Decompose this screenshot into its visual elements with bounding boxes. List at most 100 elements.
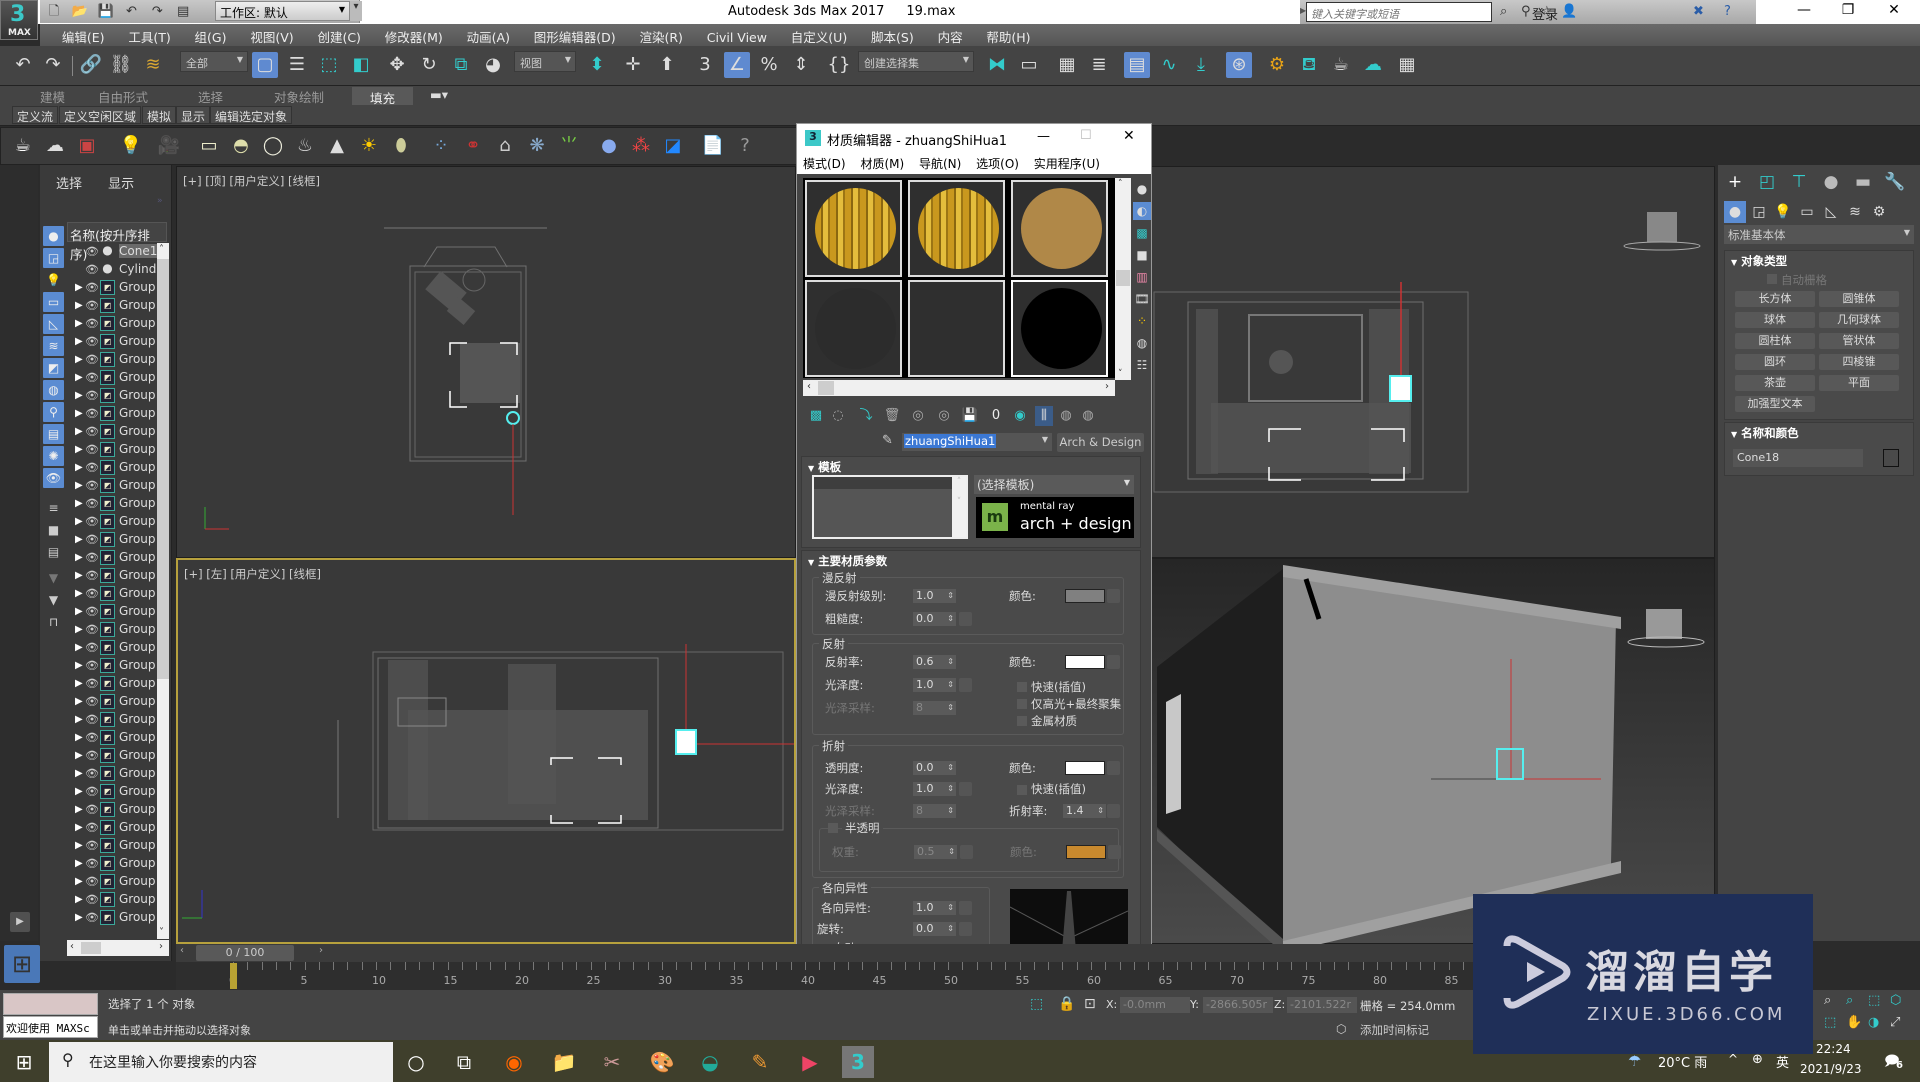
explorer-list-item[interactable]: ▶ 👁 ◩ Group (67, 333, 157, 351)
minimize-button[interactable]: — (1037, 129, 1050, 144)
windows-start-icon[interactable]: ⊞ (8, 1046, 40, 1078)
visibility-eye-icon[interactable]: 👁 (85, 353, 99, 366)
scroll-up-icon[interactable]: ˄ (1118, 179, 1123, 189)
expand-arrow-icon[interactable]: ▶ (75, 858, 83, 869)
sphere-button[interactable]: 球体 (1735, 312, 1815, 328)
teapot-wire-icon[interactable]: ♨ (293, 134, 317, 158)
select-by-material-icon[interactable]: ◍ (1133, 334, 1151, 352)
explorer-list-item[interactable]: ▶ 👁 ◩ Group (67, 567, 157, 585)
render-production-icon[interactable]: ☕ (1328, 52, 1354, 78)
subscription-icon[interactable]: ⚲ (1521, 4, 1531, 19)
material-sample-slot[interactable] (908, 280, 1005, 377)
object-name-input[interactable]: Cone18 (1733, 449, 1863, 467)
explorer-list-item[interactable]: ▶ 👁 ◩ Group (67, 477, 157, 495)
visibility-eye-icon[interactable]: 👁 (85, 713, 99, 726)
expand-arrow-icon[interactable]: ▶ (75, 426, 83, 437)
display-all-icon[interactable]: ≡ (43, 498, 64, 518)
explorer-list-item[interactable]: ▶ 👁 ◩ Group (67, 459, 157, 477)
expand-arrow-icon[interactable]: ▶ (75, 840, 83, 851)
refraction-samples-spinner[interactable]: 8 ⇕ (913, 804, 956, 818)
menu-modes[interactable]: 模式(D) (797, 152, 851, 172)
scroll-right-icon[interactable]: › (159, 941, 163, 952)
menu-rendering[interactable]: 渲染(R) (630, 24, 693, 46)
translucency-checkbox[interactable] (828, 823, 838, 833)
explorer-list-item[interactable]: ▶ 👁 ◩ Group (67, 693, 157, 711)
filter-bones-icon[interactable]: ⚲ (43, 402, 64, 422)
expand-arrows-icon[interactable]: » (157, 196, 163, 206)
visibility-eye-icon[interactable]: 👁 (85, 335, 99, 348)
material-sample-slot[interactable] (908, 180, 1005, 277)
systems-category-icon[interactable]: ⚙ (1868, 201, 1890, 223)
selection-filter-dropdown[interactable]: 全部 ▼ (180, 51, 248, 72)
filter-icon[interactable]: ▼ (43, 590, 64, 610)
scene-explorer-icon[interactable]: ▦ (1054, 52, 1080, 78)
menu-tools[interactable]: 工具(T) (118, 24, 180, 46)
display-invert-icon[interactable]: ▤ (43, 542, 64, 562)
expand-arrow-icon[interactable]: ▶ (75, 642, 83, 653)
angle-snap-icon[interactable]: ∠ (724, 52, 750, 78)
menu-help[interactable]: 帮助(H) (976, 24, 1040, 46)
visibility-eye-icon[interactable]: 👁 (85, 857, 99, 870)
pick-material-eyedropper-icon[interactable]: ✎ (882, 433, 893, 448)
scroll-up-icon[interactable]: ˄ (159, 244, 164, 255)
assign-to-selection-icon[interactable]: ⤵ (857, 406, 875, 426)
link-icon[interactable]: 🔗 (78, 52, 104, 78)
menu-content[interactable]: 内容 (928, 24, 973, 46)
video-color-check-icon[interactable]: ▥ (1133, 268, 1151, 286)
snipping-tool-icon[interactable]: ✂ (596, 1046, 628, 1078)
timeline-track[interactable]: 0510152025303540455055606570758085 (176, 962, 1521, 990)
zoom-extents-icon[interactable]: ⬚ (1868, 993, 1880, 1008)
maxscript-listener-mini[interactable] (3, 993, 98, 1015)
rotation-spinner[interactable]: 0.0 ⇕ (913, 922, 956, 936)
expand-arrow-icon[interactable]: ▶ (75, 696, 83, 707)
z-coordinate-field[interactable]: -2101.522r (1287, 997, 1357, 1013)
reflection-map-button[interactable] (1107, 655, 1120, 669)
expand-arrow-icon[interactable]: ▶ (75, 714, 83, 725)
sample-type-icon[interactable]: ● (1133, 180, 1151, 198)
restore-button[interactable]: ❐ (1828, 2, 1868, 22)
egg-icon[interactable]: ⬮ (389, 134, 413, 158)
show-hidden-icons-icon[interactable]: ^ (1728, 1052, 1738, 1066)
shapes-category-icon[interactable]: ◲ (1748, 201, 1770, 223)
explorer-list-item[interactable]: ▶ 👁 ◩ Group (67, 513, 157, 531)
explorer-list-item[interactable]: ▶ 👁 ◩ Group (67, 819, 157, 837)
cone-button[interactable]: 圆锥体 (1819, 291, 1899, 307)
tower-icon[interactable]: ⌂ (493, 134, 517, 158)
render-setup-icon[interactable]: ⚙ (1264, 52, 1290, 78)
particle-icon[interactable]: ⁘ (429, 134, 453, 158)
refraction-glossiness-spinner[interactable]: 1.0 ⇕ (913, 782, 956, 796)
glass-sphere-icon[interactable]: ● (597, 134, 621, 158)
project-folder-icon[interactable]: ▤ (175, 4, 191, 20)
explorer-list-item[interactable]: ▶ 👁 ◩ Group (67, 891, 157, 909)
explorer-list-item[interactable]: ▶ 👁 ◩ Group (67, 657, 157, 675)
visibility-eye-icon[interactable]: 👁 (85, 371, 99, 384)
paint-icon[interactable]: 🎨 (646, 1046, 678, 1078)
login-button[interactable]: 登录 (1532, 4, 1558, 23)
visibility-eye-icon[interactable]: 👁 (85, 551, 99, 564)
translucency-color-swatch[interactable] (1066, 845, 1106, 859)
visibility-eye-icon[interactable]: 👁 (85, 677, 99, 690)
menu-material[interactable]: 材质(M) (854, 152, 909, 172)
sphere-primitive-icon[interactable]: ◯ (261, 134, 285, 158)
clock-time[interactable]: 22:24 (1816, 1042, 1851, 1056)
expand-arrow-icon[interactable]: ▶ (75, 408, 83, 419)
explorer-tab-display[interactable]: 显示 (108, 177, 134, 192)
go-to-parent-icon[interactable]: ◍ (1057, 406, 1075, 426)
scroll-left-icon[interactable]: ‹ (807, 381, 811, 392)
reflection-gloss-map-button[interactable] (959, 678, 972, 692)
add-time-tag-button[interactable]: 添加时间标记 (1360, 1022, 1429, 1038)
box-button[interactable]: 长方体 (1735, 291, 1815, 307)
transparency-spinner[interactable]: 0.0 ⇕ (913, 761, 956, 775)
template-list-scrollbar[interactable]: ˄ ˅ (952, 477, 966, 537)
undo-icon[interactable]: ↶ (10, 52, 36, 78)
redo-icon[interactable]: ↷ (40, 52, 66, 78)
visibility-eye-icon[interactable]: 👁 (85, 569, 99, 582)
display-none-icon[interactable]: ■ (43, 520, 64, 540)
weather-text[interactable]: 20°C 雨 (1658, 1052, 1707, 1071)
scroll-down-icon[interactable]: ˅ (1118, 369, 1123, 379)
cone-primitive-icon[interactable]: ▲ (325, 134, 349, 158)
edge-icon[interactable]: ◒ (694, 1046, 726, 1078)
ribbon-options-icon[interactable]: ▬▾ (430, 87, 448, 105)
visibility-eye-icon[interactable]: 👁 (85, 425, 99, 438)
filter-off-icon[interactable]: ▼ (43, 568, 64, 588)
